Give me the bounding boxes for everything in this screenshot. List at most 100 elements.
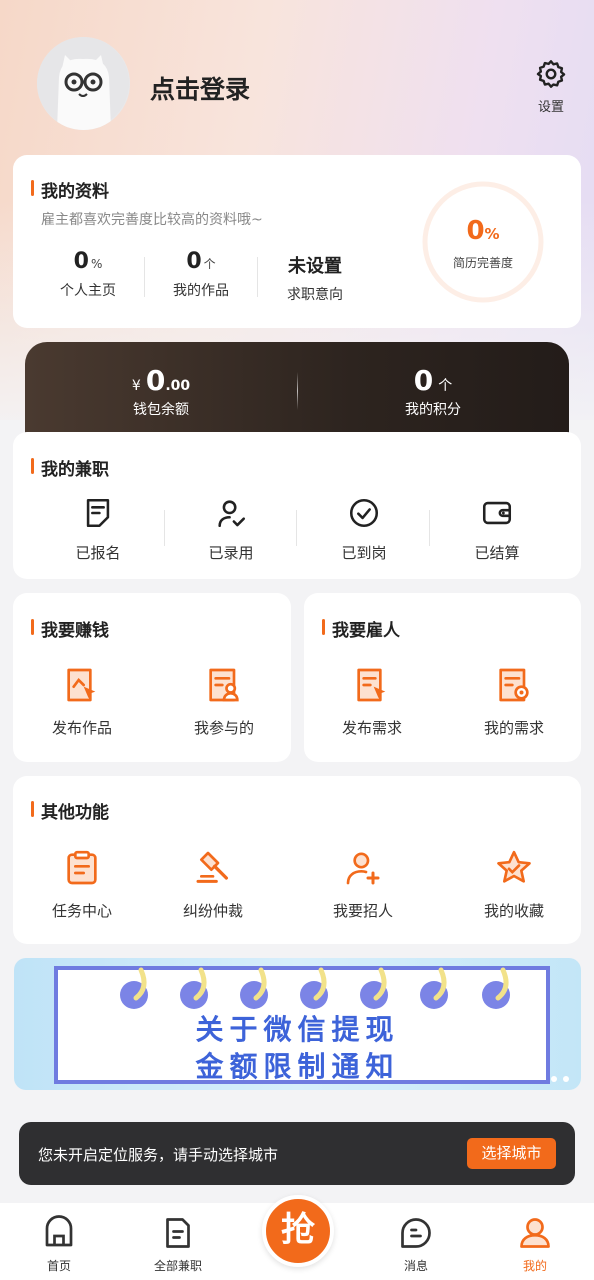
other-title: 其他功能 [31, 798, 109, 823]
star-icon [497, 850, 531, 883]
message-icon [401, 1218, 431, 1248]
parttime-label: 已录用 [208, 544, 254, 562]
hire-publish-demand[interactable]: 发布需求 [317, 665, 427, 738]
tab-messages[interactable]: 消息 [371, 1215, 461, 1274]
earn-publish-work[interactable]: 发布作品 [27, 665, 137, 738]
tab-label: 我的 [522, 1259, 547, 1273]
avatar[interactable] [37, 37, 130, 130]
add-user-icon [346, 852, 380, 885]
completeness-label: 简历完善度 [452, 256, 513, 270]
participated-icon [209, 668, 239, 702]
points-unit: 个 [438, 378, 453, 394]
other-task-center[interactable]: 任务中心 [27, 848, 137, 921]
settings-button[interactable]: 设置 [528, 58, 574, 115]
home-icon [45, 1215, 73, 1247]
stat-value: 0 [186, 249, 202, 274]
stat-value: 未设置 [288, 256, 342, 277]
stat-value: 0 [73, 249, 89, 274]
hire-card: 我要雇人 发布需求 我的需求 [304, 593, 581, 762]
other-favorites[interactable]: 我的收藏 [459, 848, 569, 921]
login-link[interactable]: 点击登录 [150, 70, 250, 106]
signup-doc-icon [86, 498, 110, 528]
stat-label: 求职意向 [287, 287, 343, 303]
clipboard-icon [67, 850, 97, 885]
points-value: 0 [413, 364, 434, 397]
wallet-balance[interactable]: ¥ 0.00 钱包余额 [25, 364, 297, 419]
points-label: 我的积分 [405, 402, 461, 418]
balance-integer: 0 [145, 364, 166, 397]
toast-message: 您未开启定位服务，请手动选择城市 [38, 1146, 279, 1164]
earn-label: 我参与的 [193, 719, 254, 737]
hire-title: 我要雇人 [322, 616, 400, 641]
other-recruit[interactable]: 我要招人 [308, 848, 418, 921]
other-label: 任务中心 [51, 902, 112, 920]
tab-home[interactable]: 首页 [14, 1215, 104, 1274]
earn-card: 我要赚钱 发布作品 我参与的 [13, 593, 291, 762]
hire-label: 我的需求 [483, 719, 544, 737]
banner-line-2: 金额限制通知 [195, 1050, 400, 1083]
divider [164, 510, 165, 546]
parttime-label: 已结算 [474, 544, 520, 562]
earn-participated[interactable]: 我参与的 [169, 665, 279, 738]
other-label: 我的收藏 [483, 902, 544, 920]
settings-label: 设置 [537, 100, 564, 115]
gear-icon [536, 60, 566, 88]
divider [257, 257, 258, 297]
hire-my-demand[interactable]: 我的需求 [459, 665, 569, 738]
parttime-signed-up[interactable]: 已报名 [43, 496, 153, 563]
parttime-hired[interactable]: 已录用 [176, 496, 286, 563]
tab-label: 消息 [403, 1259, 428, 1273]
tab-mine[interactable]: 我的 [490, 1215, 580, 1274]
balance-label: 钱包余额 [133, 402, 189, 418]
completeness-unit: % [484, 225, 500, 243]
user-check-icon [218, 500, 246, 528]
my-demand-icon [499, 668, 529, 702]
gavel-icon [196, 851, 228, 883]
stat-homepage[interactable]: 0% 个人主页 [43, 249, 133, 300]
grab-center-button[interactable]: 抢 [262, 1195, 334, 1267]
check-circle-icon [349, 498, 379, 528]
hire-label: 发布需求 [341, 719, 402, 737]
tab-all-jobs[interactable]: 全部兼职 [133, 1215, 223, 1274]
profile-icon [520, 1218, 550, 1248]
parttime-title: 我的兼职 [31, 455, 109, 480]
profile-subtitle: 雇主都喜欢完善度比较高的资料哦~ [41, 212, 263, 228]
notice-banner[interactable]: 关于微信提现 金额限制通知 [14, 958, 581, 1090]
location-toast: 您未开启定位服务，请手动选择城市 选择城市 [19, 1122, 575, 1185]
publish-work-icon [67, 668, 96, 702]
stat-label: 我的作品 [173, 283, 229, 299]
divider [296, 510, 297, 546]
select-city-button[interactable]: 选择城市 [467, 1138, 556, 1169]
earn-label: 发布作品 [51, 719, 112, 737]
earn-title: 我要赚钱 [31, 616, 109, 641]
profile-card: 我的资料 雇主都喜欢完善度比较高的资料哦~ 0% 个人主页 0个 我的作品 未设… [13, 155, 581, 328]
completeness-value: 0 [466, 216, 485, 246]
balance-decimal: .00 [165, 378, 191, 394]
completeness-ring[interactable]: 0% 简历完善度 [421, 180, 545, 304]
wallet-card: ¥ 0.00 钱包余额 0 个 我的积分 [25, 342, 569, 442]
stat-unit: 个 [203, 257, 216, 271]
stat-intention[interactable]: 未设置 求职意向 [270, 252, 360, 304]
stat-label: 个人主页 [60, 283, 116, 299]
parttime-label: 已报名 [75, 544, 121, 562]
parttime-settled[interactable]: 已结算 [442, 496, 552, 563]
currency-symbol: ¥ [131, 378, 141, 394]
tab-label: 首页 [46, 1259, 71, 1273]
parttime-label: 已到岗 [341, 544, 387, 562]
wallet-points[interactable]: 0 个 我的积分 [297, 364, 569, 419]
doc-list-icon [166, 1218, 190, 1248]
divider [144, 257, 145, 297]
wallet-icon [482, 501, 512, 525]
profile-title: 我的资料 [31, 177, 109, 202]
stat-works[interactable]: 0个 我的作品 [156, 249, 246, 300]
parttime-arrived[interactable]: 已到岗 [309, 496, 419, 563]
other-dispute[interactable]: 纠纷仲裁 [158, 848, 268, 921]
stat-unit: % [90, 257, 103, 271]
banner-line-1: 关于微信提现 [195, 1013, 400, 1046]
parttime-card: 我的兼职 已报名 已录用 已到岗 已结算 [13, 432, 581, 579]
tab-label: 全部兼职 [153, 1259, 202, 1273]
other-card: 其他功能 任务中心 纠纷仲裁 我要招人 我的收藏 [13, 776, 581, 944]
other-label: 纠纷仲裁 [182, 902, 243, 920]
divider [429, 510, 430, 546]
other-label: 我要招人 [332, 902, 393, 920]
